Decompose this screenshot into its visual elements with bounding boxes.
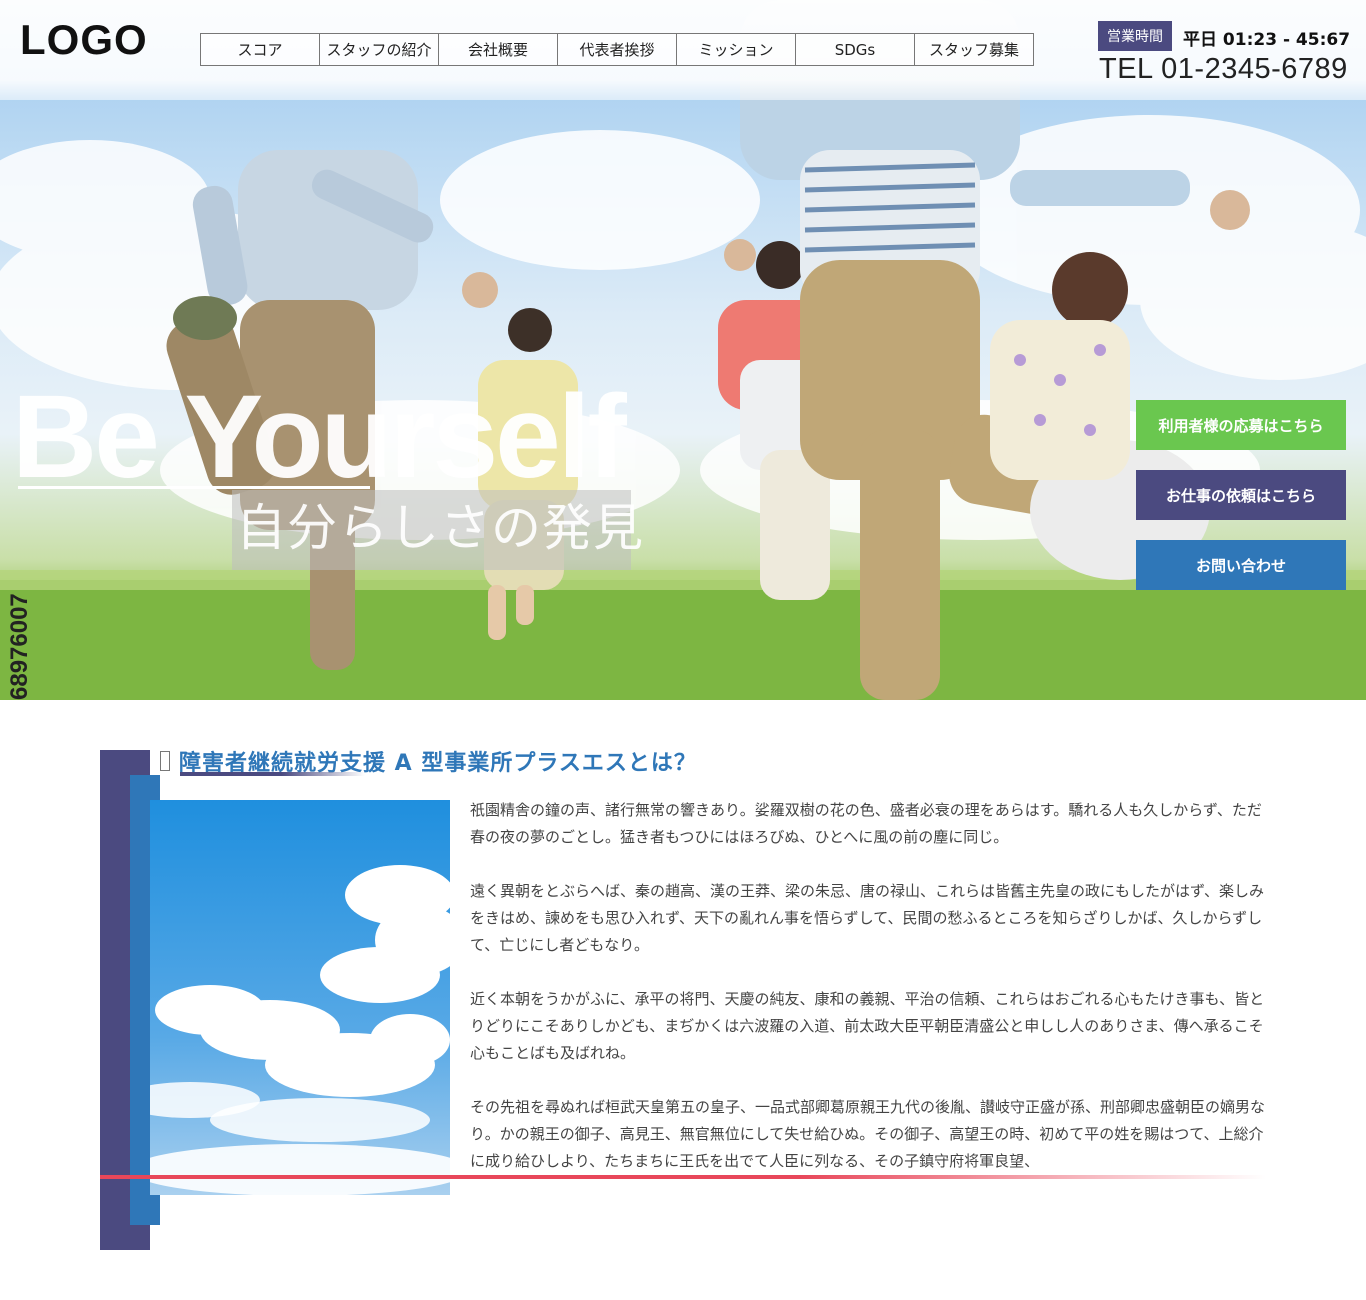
hero — [0, 0, 1366, 700]
nav-item-score[interactable]: スコア — [201, 34, 320, 65]
hero-catch-underline — [18, 486, 370, 489]
about-paragraph: 遠く異朝をとぶらへば、秦の趙高、漢の王莽、梁の朱忌、唐の禄山、これらは皆舊主先皇… — [470, 882, 1264, 954]
about-paragraph: その先祖を尋ぬれば桓武天皇第五の皇子、一品式部卿葛原親王九代の後胤、讃岐守正盛が… — [470, 1098, 1266, 1170]
nav-item-staff[interactable]: スタッフの紹介 — [320, 34, 439, 65]
phone-number[interactable]: TEL 01-2345-6789 — [1099, 53, 1348, 86]
contact-button[interactable]: お問い合わせ — [1136, 540, 1346, 590]
decor-red-rule — [100, 1175, 1266, 1179]
global-nav: スコア スタッフの紹介 会社概要 代表者挨拶 ミッション SDGs スタッフ募集 — [200, 33, 1034, 66]
about-paragraph: 近く本朝をうかがふに、承平の将門、天慶の純友、康和の義親、平治の信頼、これらはお… — [470, 990, 1265, 1062]
nav-item-mission[interactable]: ミッション — [677, 34, 796, 65]
site-logo[interactable]: LOGO — [20, 16, 148, 64]
apply-button[interactable]: 利用者様の応募はこちら — [1136, 400, 1346, 450]
hero-catch-english: Be Yourself — [12, 371, 627, 503]
sky-photo — [150, 800, 450, 1195]
nav-item-sdgs[interactable]: SDGs — [796, 34, 915, 65]
hero-catch-japanese: 自分らしさの発見 — [236, 499, 644, 557]
about-body: 祇園精舎の鐘の声、諸行無常の響きあり。娑羅双樹の花の色、盛者必衰の理をあらはす。… — [470, 797, 1270, 1202]
stock-photo-id: 68976007 — [6, 593, 33, 700]
nav-item-company[interactable]: 会社概要 — [439, 34, 558, 65]
hero-photo — [0, 0, 1366, 700]
nav-item-greeting[interactable]: 代表者挨拶 — [558, 34, 677, 65]
section-title-underline — [180, 772, 365, 776]
about-paragraph: 祇園精舎の鐘の声、諸行無常の響きあり。娑羅双樹の花の色、盛者必衰の理をあらはす。… — [470, 801, 1262, 846]
business-hours-value: 平日 01:23 - 45:67 — [1183, 30, 1351, 50]
job-request-button[interactable]: お仕事の依頼はこちら — [1136, 470, 1346, 520]
heading-marker-icon — [160, 751, 170, 771]
nav-item-recruit[interactable]: スタッフ募集 — [915, 34, 1033, 65]
business-hours-badge: 営業時間 — [1098, 21, 1172, 51]
